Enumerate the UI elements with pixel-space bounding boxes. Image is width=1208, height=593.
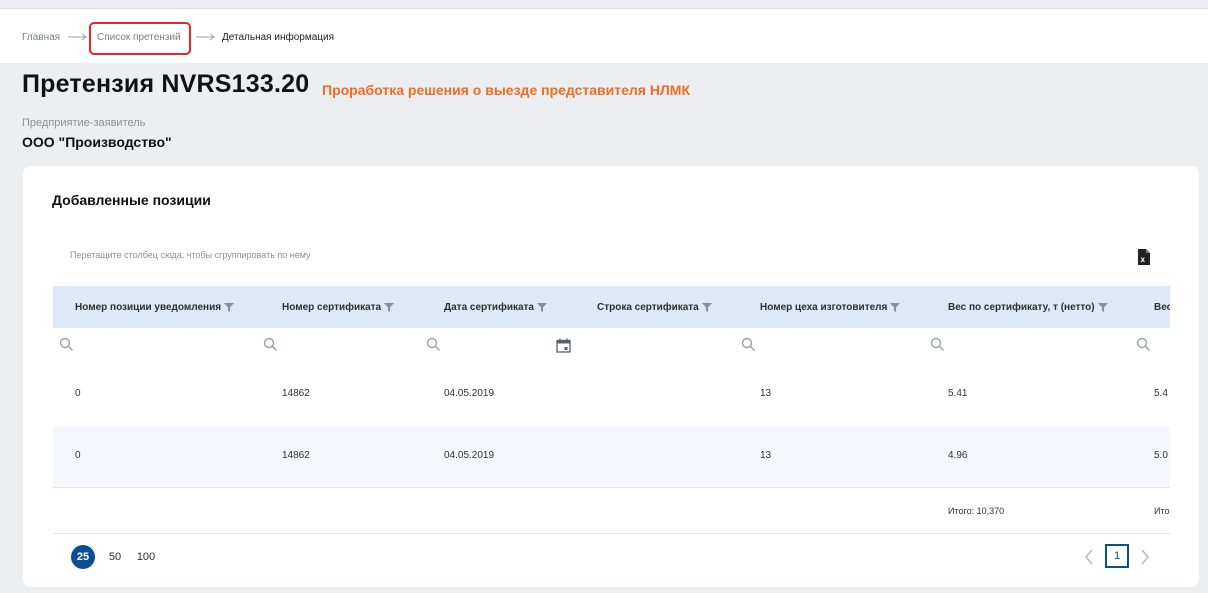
total-weight: Итого: 10,370 [948,506,1005,516]
page-size-25[interactable]: 25 [71,545,95,569]
filter-icon[interactable] [224,302,235,312]
organization-label: Предприятие-заявитель [22,117,146,129]
table-cell: 14862 [282,450,310,461]
table-cell: 14862 [282,388,310,399]
table-cell: 4.96 [948,450,968,461]
excel-export-icon[interactable]: x [1136,248,1152,266]
table-cell: 13 [760,450,772,461]
svg-text:x: x [1141,255,1146,264]
chevron-left-icon[interactable] [1083,548,1095,566]
column-header-weight[interactable]: Вес [1154,302,1170,313]
column-header-workshop-number[interactable]: Номер цеха изготовителя [760,302,901,313]
filter-icon[interactable] [384,302,395,312]
filter-icon[interactable] [1097,302,1108,312]
breadcrumb-home[interactable]: Главная [22,32,60,43]
breadcrumb-current: Детальная информация [222,32,334,43]
search-icon[interactable] [426,337,441,352]
arrow-right-icon [196,33,215,41]
page-title: Претензия NVRS133.20 [22,70,310,98]
table-cell: 04.05.2019 [444,450,495,461]
page-size-50[interactable]: 50 [105,545,125,569]
column-header-notice-position[interactable]: Номер позиции уведомления [75,302,235,313]
table-cell: 0 [75,388,81,399]
column-header-certificate-line[interactable]: Строка сертификата [597,302,712,313]
table-row[interactable]: 0 14862 04.05.2019 13 5.41 5.4 [53,364,1170,426]
organization-value: ООО "Производство" [22,134,172,150]
column-header-certificate-weight[interactable]: Вес по сертификату, т (нетто) [948,302,1108,313]
page-number-current[interactable]: 1 [1105,544,1129,568]
search-icon[interactable] [1136,337,1151,352]
table-cell: 5.41 [948,388,968,399]
table-cell: 5.4 [1154,388,1168,399]
filter-row [53,328,1170,364]
filter-icon[interactable] [537,302,547,312]
search-icon[interactable] [930,337,945,352]
search-icon[interactable] [59,337,74,352]
filter-icon[interactable] [701,302,712,312]
table-cell: 0 [75,450,81,461]
table-header: Номер позиции уведомления Номер сертифик… [53,286,1170,328]
filter-icon[interactable] [890,302,901,312]
page-size-100[interactable]: 100 [134,545,158,569]
top-divider [0,0,1208,9]
positions-card: Добавленные позиции Перетащите столбец с… [23,166,1199,587]
arrow-right-icon [68,33,87,41]
calendar-icon[interactable] [556,338,571,353]
column-header-certificate-number[interactable]: Номер сертификата [282,302,395,313]
table-cell: 04.05.2019 [444,388,495,399]
group-panel[interactable]: Перетащите столбец сюда, чтобы сгруппиро… [70,250,311,260]
search-icon[interactable] [263,337,278,352]
breadcrumb-highlight-box [89,22,191,55]
totals-row: Итого: 10,370 Ито [53,489,1170,534]
search-icon[interactable] [741,337,756,352]
status-badge: Проработка решения о выезде представител… [322,82,690,98]
positions-table: Номер позиции уведомления Номер сертифик… [53,286,1170,534]
column-header-certificate-date[interactable]: Дата сертификата [444,302,547,313]
table-cell: 13 [760,388,772,399]
table-cell: 5.0 [1154,450,1168,461]
breadcrumb: Главная Список претензий Детальная инфор… [0,9,1208,63]
table-row[interactable]: 0 14862 04.05.2019 13 4.96 5.0 [53,426,1170,488]
total-weight-cut: Ито [1154,506,1170,516]
section-title: Добавленные позиции [52,192,211,208]
chevron-right-icon[interactable] [1139,548,1151,566]
